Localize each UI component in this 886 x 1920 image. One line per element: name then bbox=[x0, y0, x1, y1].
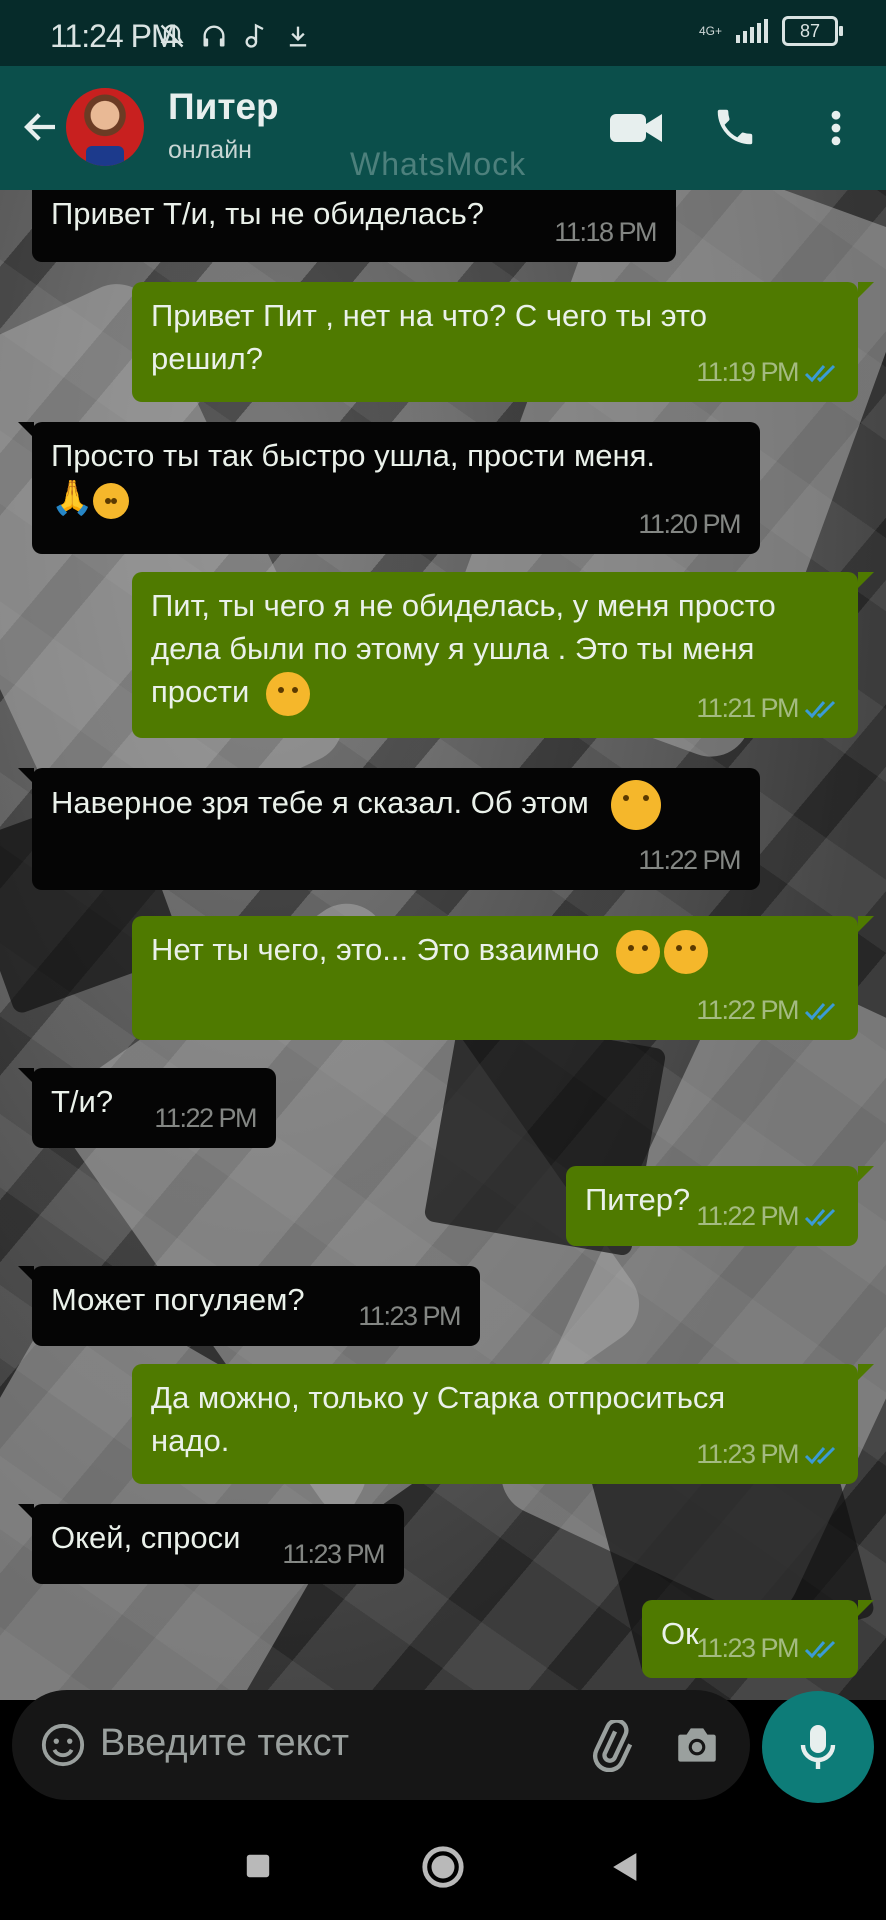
upside-down-face-emoji bbox=[615, 929, 660, 974]
video-call-icon[interactable] bbox=[608, 108, 664, 148]
message-incoming[interactable]: Т/и? 11:22 PM bbox=[32, 1068, 276, 1148]
read-ticks-icon bbox=[804, 700, 836, 718]
message-text: Да можно, только у Старка отпроситься на… bbox=[151, 1380, 726, 1458]
chat-header: Питер онлайн WhatsMock bbox=[0, 66, 886, 193]
bubble-tail bbox=[858, 1600, 874, 1616]
message-time: 11:23 PM bbox=[358, 1301, 461, 1331]
praying-hands-emoji: 🙏 bbox=[51, 479, 94, 517]
message-time: 11:20 PM bbox=[638, 509, 741, 539]
bubble-tail bbox=[18, 422, 34, 438]
music-note-icon bbox=[245, 23, 264, 48]
mic-icon bbox=[800, 1725, 836, 1769]
status-right: 4G+ 87 bbox=[698, 16, 843, 46]
camera-icon[interactable] bbox=[672, 1720, 722, 1770]
bubble-tail bbox=[858, 572, 874, 588]
message-input[interactable]: Введите текст bbox=[100, 1722, 349, 1765]
message-text: Наверное зря тебе я сказал. Об этом bbox=[51, 785, 589, 821]
signal-icon bbox=[736, 19, 768, 43]
slightly-smiling-face-emoji bbox=[663, 929, 708, 974]
watermark: WhatsMock bbox=[350, 146, 527, 182]
back-arrow-icon[interactable] bbox=[20, 106, 62, 148]
message-outgoing[interactable]: Питер? 11:22 PM bbox=[566, 1166, 858, 1246]
read-ticks-icon bbox=[804, 1002, 836, 1020]
read-ticks-icon bbox=[804, 1208, 836, 1226]
message-time: 11:22 PM bbox=[154, 1103, 257, 1133]
contact-status: онлайн bbox=[168, 136, 252, 164]
contact-name[interactable]: Питер bbox=[168, 86, 279, 128]
message-outgoing[interactable]: Нет ты чего, это... Это взаимно 11:22 PM bbox=[132, 916, 858, 1040]
message-text: Пит, ты чего я не обиделась, у меня прос… bbox=[151, 588, 776, 709]
read-ticks-icon bbox=[804, 364, 836, 382]
message-outgoing[interactable]: Ок 11:23 PM bbox=[642, 1600, 858, 1678]
bubble-tail bbox=[18, 768, 34, 784]
message-incoming[interactable]: Может погуляем? 11:23 PM bbox=[32, 1266, 480, 1346]
nav-back-icon[interactable] bbox=[608, 1850, 640, 1884]
bubble-tail bbox=[858, 282, 874, 298]
message-time: 11:23 PM bbox=[282, 1539, 385, 1569]
message-time: 11:22 PM bbox=[696, 989, 838, 1032]
bubble-tail bbox=[18, 1504, 34, 1520]
bubble-tail bbox=[858, 916, 874, 932]
nav-recents-icon[interactable] bbox=[244, 1852, 272, 1880]
nav-home-icon[interactable] bbox=[420, 1844, 466, 1890]
message-text: Ок bbox=[661, 1616, 699, 1651]
message-time: 11:19 PM bbox=[696, 351, 838, 394]
emoji-icon[interactable] bbox=[40, 1722, 86, 1768]
disappointed-face-emoji bbox=[611, 780, 662, 830]
read-ticks-icon bbox=[804, 1640, 836, 1658]
bubble-tail bbox=[18, 1266, 34, 1282]
message-time: 11:23 PM bbox=[696, 1627, 838, 1670]
message-text: Привет Пит , нет на что? С чего ты это р… bbox=[151, 298, 708, 376]
status-bar: 11:24 PM 4G+ 87 bbox=[0, 0, 886, 66]
message-incoming[interactable]: Просто ты так быстро ушла, прости меня. … bbox=[32, 422, 760, 554]
read-ticks-icon bbox=[804, 1446, 836, 1464]
battery-level: 87 bbox=[799, 21, 821, 41]
message-time: 11:22 PM bbox=[638, 845, 741, 875]
message-text: Окей, спроси bbox=[51, 1520, 241, 1555]
message-text: Питер? bbox=[585, 1182, 691, 1217]
message-text: Т/и? bbox=[51, 1084, 114, 1119]
message-incoming[interactable]: Наверное зря тебе я сказал. Об этом 11:2… bbox=[32, 768, 760, 890]
phone-icon[interactable] bbox=[712, 104, 758, 150]
message-incoming[interactable]: Привет Т/и, ты не обиделась? 11:18 PM bbox=[32, 190, 676, 262]
pleading-face-emoji bbox=[93, 482, 130, 519]
system-navigation-bar bbox=[0, 1810, 886, 1920]
attach-icon[interactable] bbox=[584, 1720, 636, 1772]
message-outgoing[interactable]: Да можно, только у Старка отпроситься на… bbox=[132, 1364, 858, 1484]
message-outgoing[interactable]: Привет Пит , нет на что? С чего ты это р… bbox=[132, 282, 858, 402]
more-vert-icon[interactable] bbox=[818, 106, 854, 150]
mic-button[interactable] bbox=[762, 1691, 874, 1803]
battery-icon: 87 bbox=[782, 16, 843, 46]
pensive-face-emoji bbox=[265, 671, 310, 716]
message-time: 11:23 PM bbox=[696, 1433, 838, 1476]
download-icon bbox=[289, 26, 307, 47]
message-time: 11:22 PM bbox=[696, 1195, 838, 1238]
bubble-tail bbox=[858, 1364, 874, 1380]
message-text: Привет Т/и, ты не обиделась? bbox=[51, 196, 484, 231]
message-time: 11:21 PM bbox=[696, 687, 838, 730]
message-text: Может погуляем? bbox=[51, 1282, 305, 1317]
message-text: Нет ты чего, это... Это взаимно bbox=[151, 932, 600, 967]
bell-off-icon bbox=[160, 24, 184, 48]
bubble-tail bbox=[858, 1166, 874, 1182]
message-text: Просто ты так быстро ушла, прости меня. bbox=[51, 438, 656, 473]
headphones-icon bbox=[203, 25, 225, 47]
chat-area[interactable]: Привет Т/и, ты не обиделась? 11:18 PM Пр… bbox=[0, 190, 886, 1700]
message-time: 11:18 PM bbox=[554, 217, 657, 247]
bubble-tail bbox=[18, 1068, 34, 1084]
message-outgoing[interactable]: Пит, ты чего я не обиделась, у меня прос… bbox=[132, 572, 858, 738]
contact-avatar[interactable] bbox=[66, 88, 144, 166]
network-type: 4G+ bbox=[698, 24, 722, 38]
message-incoming[interactable]: Окей, спроси 11:23 PM bbox=[32, 1504, 404, 1584]
status-notification-icons bbox=[158, 22, 312, 50]
message-composer[interactable]: Введите текст bbox=[12, 1690, 750, 1800]
